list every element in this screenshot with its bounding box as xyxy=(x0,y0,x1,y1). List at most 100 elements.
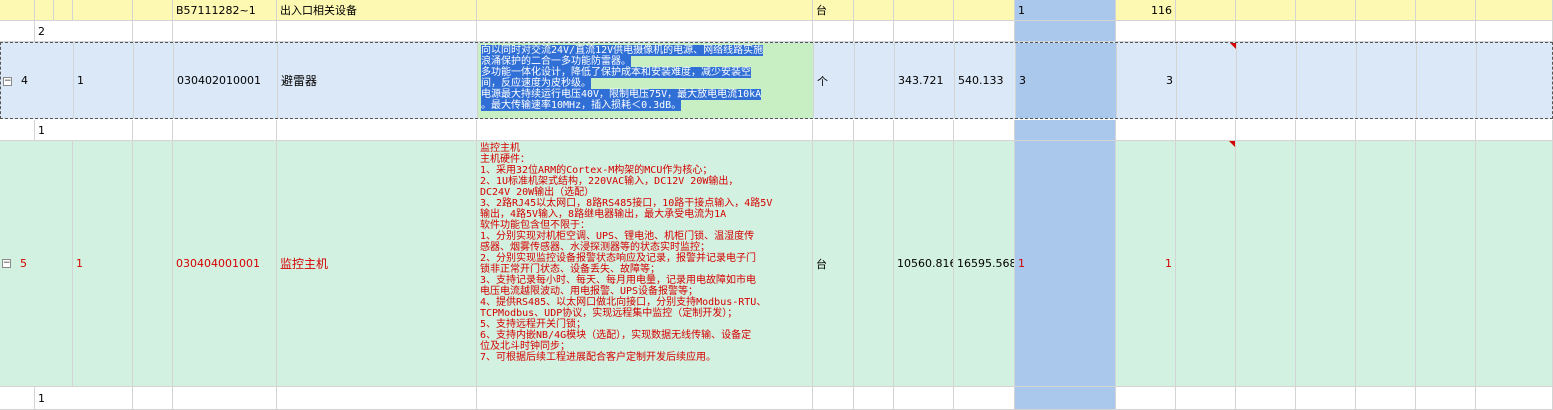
cell-quantity[interactable]: 1 xyxy=(1015,0,1116,20)
cell-blank xyxy=(1416,21,1476,41)
cell-blank xyxy=(1356,120,1416,140)
cell-quantity[interactable]: 1 xyxy=(1015,141,1116,386)
cell-blank xyxy=(1416,141,1476,386)
cell-blank xyxy=(477,387,813,409)
description-line: 2、分别实现监控设备报警状态响应及记录，报警并记录电子门 xyxy=(480,253,757,264)
cell-blank xyxy=(477,21,813,41)
cell-description[interactable]: 向以同时对交流24V/直流12V供电摄像机的电源、网络线路实施 浪涌保护的二合一… xyxy=(478,43,814,118)
sub-row-label: 1 xyxy=(35,387,133,409)
cell-index[interactable]: 5 xyxy=(17,141,73,386)
cell-price[interactable] xyxy=(894,0,954,20)
cell-description[interactable] xyxy=(477,0,813,20)
cell-blank xyxy=(1296,387,1356,409)
description-line: TCPModbus、UDP协议，实现远程集中监控（定制开发）； xyxy=(480,308,738,319)
cell-blank xyxy=(894,387,954,409)
cell-price[interactable]: 540.133 xyxy=(955,43,1016,118)
cell-blank xyxy=(1015,387,1116,409)
cell-price[interactable]: 343.721 xyxy=(895,43,955,118)
cell-blank xyxy=(813,120,854,140)
cell-comment[interactable] xyxy=(1177,43,1237,118)
cell-blank xyxy=(1296,0,1356,20)
cell-name[interactable]: 避雷器 xyxy=(278,43,478,118)
description-line: 感器、烟雾传感器、水浸探测器等的状态实时监控； xyxy=(480,242,710,253)
cell-total[interactable]: 1 xyxy=(1116,141,1176,386)
cell-blank xyxy=(1476,21,1553,41)
cell-blank xyxy=(1176,387,1236,409)
cell-blank xyxy=(1476,120,1553,140)
cell-blank xyxy=(1296,21,1356,41)
cell-blank xyxy=(134,43,174,118)
cell-blank xyxy=(1356,0,1416,20)
cell-blank xyxy=(277,120,477,140)
cell-blank xyxy=(813,21,854,41)
cell-blank xyxy=(854,0,894,20)
cell-blank xyxy=(1476,141,1553,386)
cell-code[interactable]: B57111282~1 xyxy=(173,0,277,20)
cell-blank xyxy=(1296,141,1356,386)
comment-marker-icon xyxy=(1230,43,1236,49)
cell-blank xyxy=(1416,387,1476,409)
cell-description[interactable]: 监控主机 主机硬件： 1、采用32位ARM的Cortex-M构架的MCU作为核心… xyxy=(477,141,813,386)
description-line: 锁非正常开门状态、设备丢失、故障等； xyxy=(480,264,660,275)
cell-blank xyxy=(954,387,1015,409)
cell-blank xyxy=(1015,21,1116,41)
table-row[interactable]: − 5 1 030404001001 监控主机 监控主机 主机硬件： 1、采用3… xyxy=(0,141,1553,387)
sub-row[interactable]: 2 xyxy=(0,21,1553,42)
description-line: 2、1U标准机架式结构，220VAC输入，DC12V 20W输出， xyxy=(480,176,739,187)
description-line: 多功能一体化设计，降低了保护成本和安装难度，减少安装空 xyxy=(481,67,751,78)
cell-price[interactable]: 16595.568 xyxy=(954,141,1015,386)
cell-name[interactable]: 监控主机 xyxy=(277,141,477,386)
description-line: 6、支持内嵌NB/4G模块（选配），实现数据无线传输、设备定 xyxy=(480,330,752,341)
cell-blank xyxy=(1116,120,1176,140)
cell-blank xyxy=(1356,141,1416,386)
cell-level xyxy=(73,0,133,20)
cell-blank xyxy=(1477,43,1553,118)
cell-unit[interactable]: 台 xyxy=(813,0,854,20)
cell-price[interactable]: 10560.816 xyxy=(894,141,954,386)
cell-blank xyxy=(854,120,894,140)
sub-row[interactable]: 1 xyxy=(0,120,1553,141)
sub-row[interactable]: 1 xyxy=(0,387,1553,410)
cell-price[interactable] xyxy=(954,0,1015,20)
cell-blank xyxy=(1236,141,1296,386)
description-line: 向以同时对交流24V/直流12V供电摄像机的电源、网络线路实施 xyxy=(481,45,764,56)
cell-blank xyxy=(133,387,173,409)
cell-name[interactable]: 出入口相关设备 xyxy=(277,0,477,20)
cell-total[interactable]: 116 xyxy=(1116,0,1176,20)
cell-blank xyxy=(1236,21,1296,41)
cell-blank xyxy=(1356,21,1416,41)
cell-blank xyxy=(1356,387,1416,409)
description-line: 4、提供RS485、以太网口做北向接口，分别支持Modbus-RTU、 xyxy=(480,297,767,308)
table-row[interactable]: B57111282~1 出入口相关设备 台 1 116 xyxy=(0,0,1553,21)
cell-level[interactable]: 1 xyxy=(74,43,134,118)
description-line: 监控主机 xyxy=(480,143,520,154)
cell-index[interactable]: 4 xyxy=(18,43,74,118)
cell-blank xyxy=(17,21,35,41)
cell-blank xyxy=(54,0,73,20)
description-line: 输出，4路5V输入，8路继电器输出，最大承受电流为1A xyxy=(480,209,727,220)
cell-unit[interactable]: 台 xyxy=(813,141,854,386)
cell-quantity[interactable]: 3 xyxy=(1016,43,1117,118)
description-line: 3、2路RJ45以太网口，8路RS485接口，10路干接点输入，4路5V xyxy=(480,198,773,209)
cell-level[interactable]: 1 xyxy=(73,141,133,386)
cell-blank xyxy=(854,21,894,41)
collapse-toggle-icon[interactable]: − xyxy=(2,259,11,268)
table-row[interactable]: − 4 1 030402010001 避雷器 向以同时对交流24V/直流12V供… xyxy=(0,42,1553,119)
cell-blank xyxy=(854,141,894,386)
cell-blank xyxy=(1176,0,1236,20)
cell-blank xyxy=(1176,120,1236,140)
collapse-toggle-icon[interactable]: − xyxy=(3,77,12,86)
description-line: 电源最大持续运行电压40V，限制电压75V，最大放电电流10kA xyxy=(481,89,762,100)
cell-code[interactable]: 030402010001 xyxy=(174,43,278,118)
cell-total[interactable]: 3 xyxy=(1117,43,1177,118)
cell-blank xyxy=(1176,21,1236,41)
cell-comment[interactable] xyxy=(1176,141,1236,386)
cell-blank xyxy=(477,120,813,140)
cell-blank xyxy=(1296,120,1356,140)
cell-blank xyxy=(17,0,35,20)
cell-blank xyxy=(1015,120,1116,140)
cell-code[interactable]: 030404001001 xyxy=(173,141,277,386)
cell-unit[interactable]: 个 xyxy=(814,43,855,118)
cell-blank xyxy=(1417,43,1477,118)
cell-blank xyxy=(1116,387,1176,409)
